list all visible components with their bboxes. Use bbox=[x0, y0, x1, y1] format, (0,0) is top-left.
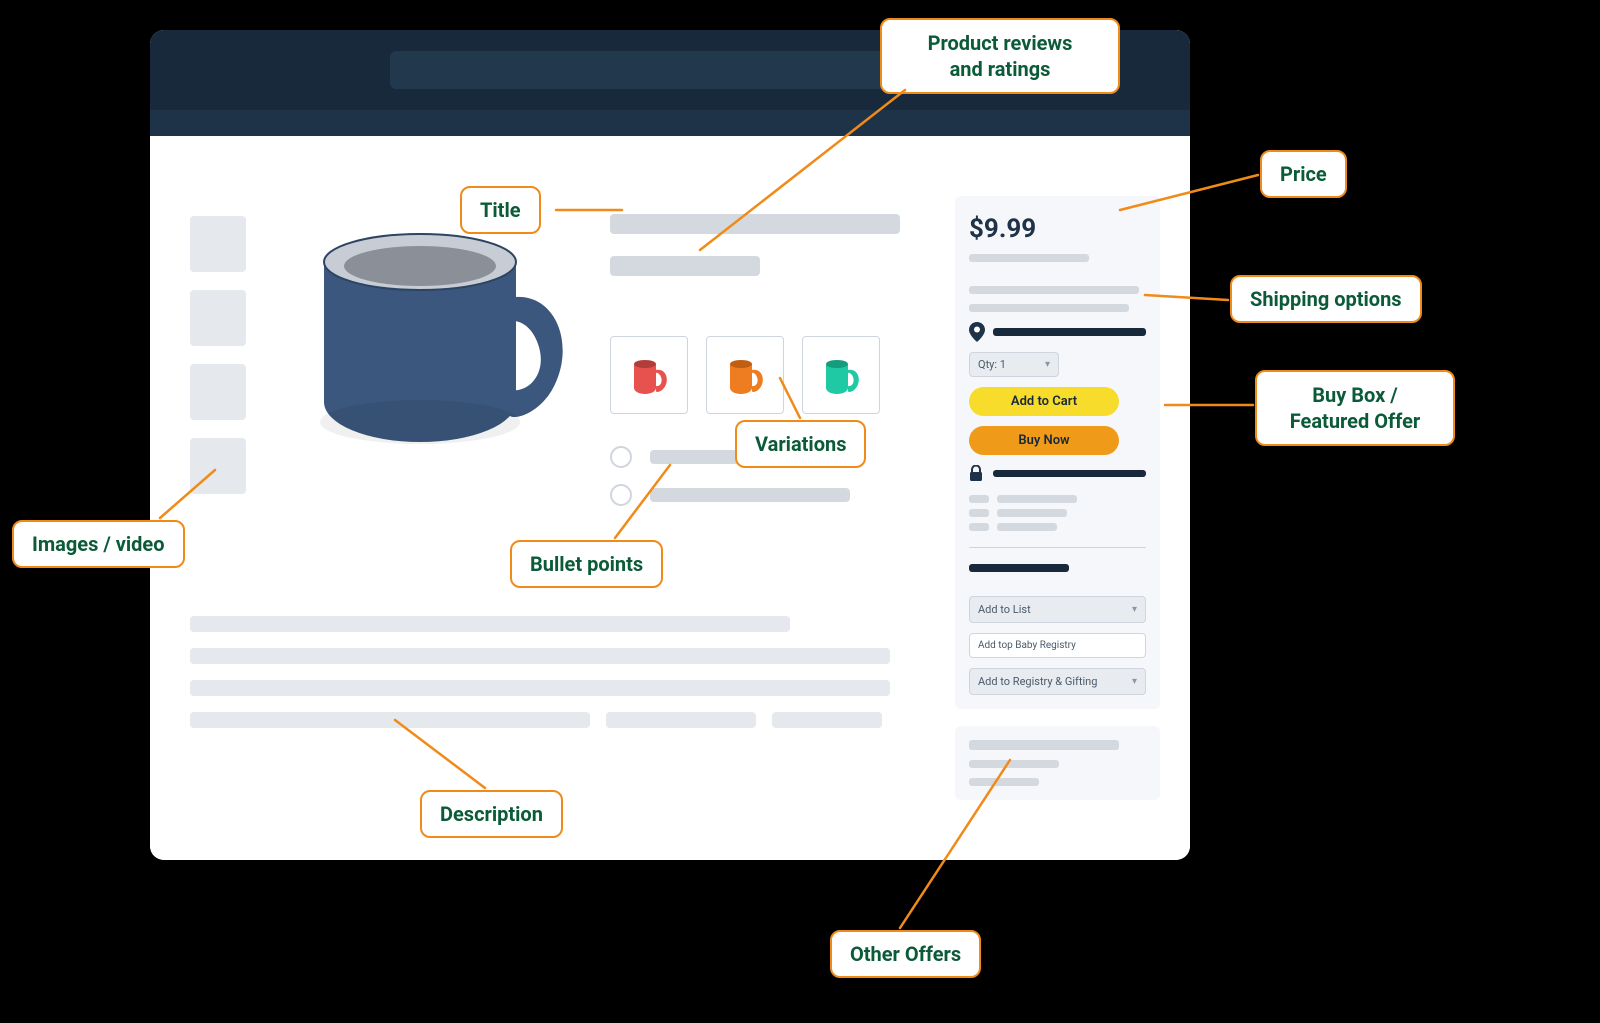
location-pin-icon bbox=[969, 322, 985, 342]
chevron-down-icon: ▾ bbox=[1132, 604, 1137, 615]
thumbnail-rail bbox=[190, 216, 246, 494]
callout-images: Images / video bbox=[12, 520, 185, 568]
callout-buybox: Buy Box /Featured Offer bbox=[1255, 370, 1455, 446]
callout-title: Title bbox=[460, 186, 541, 234]
bullet-dot-icon bbox=[610, 446, 632, 468]
thumbnail[interactable] bbox=[190, 438, 246, 494]
main-product-image[interactable] bbox=[300, 206, 580, 466]
divider bbox=[969, 547, 1146, 548]
description-line bbox=[190, 680, 890, 696]
other-offers-line bbox=[969, 740, 1119, 750]
bullet-dot-icon bbox=[610, 484, 632, 506]
add-to-cart-label: Add to Cart bbox=[1011, 394, 1077, 409]
price-value: $9.99 bbox=[969, 214, 1146, 244]
callout-price: Price bbox=[1260, 150, 1347, 198]
buy-now-label: Buy Now bbox=[1018, 433, 1069, 448]
callout-variations: Variations bbox=[735, 420, 866, 468]
lock-icon bbox=[969, 465, 983, 481]
browser-window: $9.99 Qty: 1 ▾ Add to Cart Buy Now bbox=[150, 30, 1190, 860]
variation-swatch-teal[interactable] bbox=[802, 336, 880, 414]
thumbnail[interactable] bbox=[190, 290, 246, 346]
description-line bbox=[190, 712, 590, 728]
url-bar[interactable] bbox=[390, 51, 950, 89]
add-baby-registry-button[interactable]: Add top Baby Registry bbox=[969, 633, 1146, 658]
add-to-list-label: Add to List bbox=[978, 603, 1031, 616]
variation-row bbox=[610, 336, 880, 414]
callout-bullets: Bullet points bbox=[510, 540, 663, 588]
other-offers-line bbox=[969, 760, 1059, 768]
stock-placeholder bbox=[969, 564, 1069, 572]
browser-sub-bar bbox=[150, 110, 1190, 136]
thumbnail[interactable] bbox=[190, 364, 246, 420]
variation-swatch-orange[interactable] bbox=[706, 336, 784, 414]
quantity-select[interactable]: Qty: 1 ▾ bbox=[969, 352, 1059, 377]
secure-transaction-row bbox=[969, 465, 1146, 481]
shipping-line-placeholder bbox=[969, 286, 1139, 294]
add-to-list-button[interactable]: Add to List ▾ bbox=[969, 596, 1146, 623]
quantity-label: Qty: 1 bbox=[978, 358, 1006, 371]
baby-registry-label: Add top Baby Registry bbox=[978, 640, 1076, 651]
product-title-placeholder bbox=[610, 214, 900, 234]
buy-now-button[interactable]: Buy Now bbox=[969, 426, 1119, 455]
bullet-item bbox=[610, 484, 850, 506]
add-registry-gifting-button[interactable]: Add to Registry & Gifting ▾ bbox=[969, 668, 1146, 695]
bullet-text-placeholder bbox=[650, 488, 850, 502]
shipping-line-placeholder bbox=[969, 304, 1129, 312]
registry-gifting-label: Add to Registry & Gifting bbox=[978, 675, 1097, 688]
thumbnail[interactable] bbox=[190, 216, 246, 272]
buy-box: $9.99 Qty: 1 ▾ Add to Cart Buy Now bbox=[955, 196, 1160, 709]
product-rating-placeholder[interactable] bbox=[610, 256, 760, 276]
description-block bbox=[190, 616, 890, 728]
other-offers-line bbox=[969, 778, 1039, 786]
add-to-cart-button[interactable]: Add to Cart bbox=[969, 387, 1119, 416]
details-stub bbox=[969, 495, 1146, 531]
callout-shipping: Shipping options bbox=[1230, 275, 1422, 323]
other-offers-box[interactable] bbox=[955, 726, 1160, 800]
description-line bbox=[772, 712, 882, 728]
callout-reviews: Product reviewsand ratings bbox=[880, 18, 1120, 94]
chevron-down-icon: ▾ bbox=[1132, 676, 1137, 687]
chevron-down-icon: ▾ bbox=[1045, 359, 1050, 370]
description-line bbox=[606, 712, 756, 728]
description-line bbox=[190, 616, 790, 632]
deliver-to-placeholder bbox=[993, 328, 1146, 336]
deliver-to-row[interactable] bbox=[969, 322, 1146, 342]
callout-other-offers: Other Offers bbox=[830, 930, 981, 978]
price-subtext-placeholder bbox=[969, 254, 1089, 262]
variation-swatch-red[interactable] bbox=[610, 336, 688, 414]
callout-description: Description bbox=[420, 790, 563, 838]
description-line bbox=[190, 648, 890, 664]
secure-text-placeholder bbox=[993, 470, 1146, 477]
product-page: $9.99 Qty: 1 ▾ Add to Cart Buy Now bbox=[150, 136, 1190, 860]
